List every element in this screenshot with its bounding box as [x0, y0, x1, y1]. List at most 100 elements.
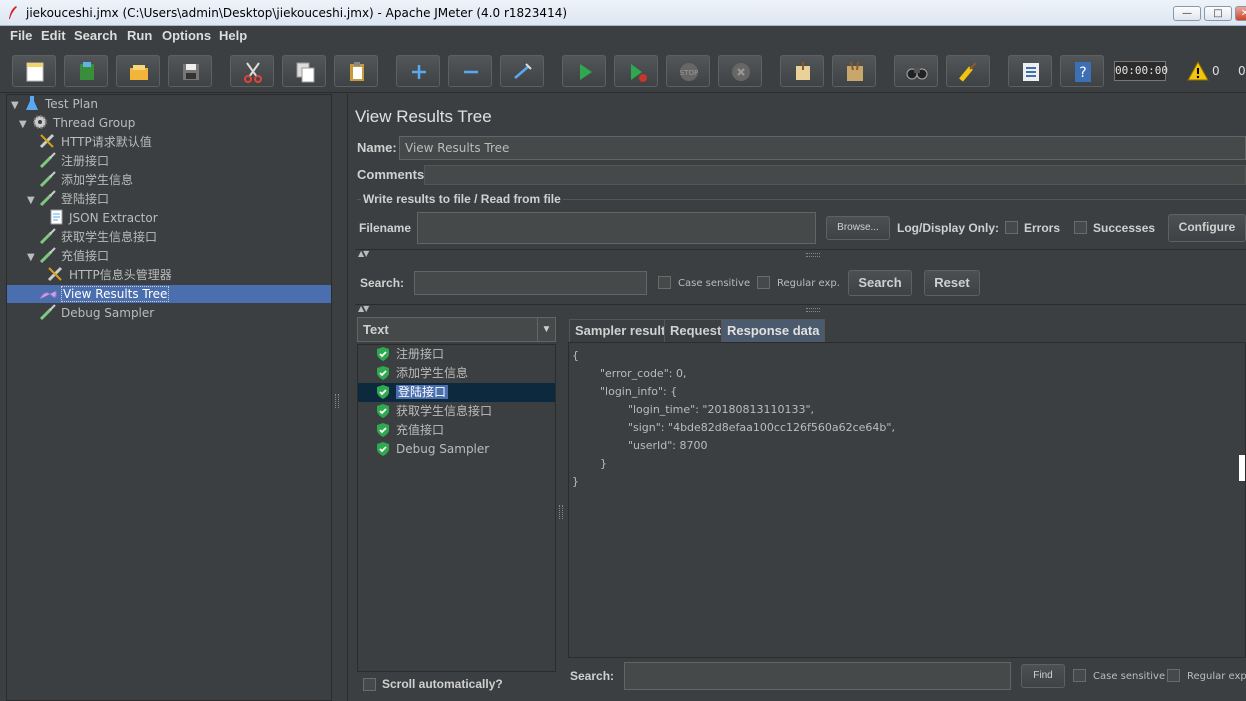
menu-edit[interactable]: Edit	[41, 28, 66, 43]
splitter-grip[interactable]	[335, 394, 339, 408]
templates-button[interactable]	[64, 55, 108, 87]
tab-sampler-result[interactable]: Sampler result	[569, 319, 672, 342]
renderer-select[interactable]: Text ▼	[357, 317, 556, 342]
search-button[interactable]	[894, 55, 938, 87]
search-button[interactable]: Search	[848, 270, 912, 296]
start-button[interactable]	[562, 55, 606, 87]
menu-search[interactable]: Search	[74, 28, 117, 43]
help-button[interactable]: ?	[1060, 55, 1104, 87]
browse-button[interactable]: Browse...	[826, 216, 890, 240]
error-count: 0	[1238, 64, 1246, 78]
result-item[interactable]: 充值接口	[358, 421, 555, 440]
sampler-pipette-icon	[39, 152, 56, 168]
tree-item-login[interactable]: ▼ 登陆接口	[27, 190, 109, 208]
start-no-pauses-button[interactable]	[614, 55, 658, 87]
divider-grip[interactable]	[806, 308, 820, 312]
bottom-case-sensitive-checkbox[interactable]	[1073, 669, 1086, 682]
collapse-all-button[interactable]	[448, 55, 492, 87]
result-label: 登陆接口	[396, 385, 449, 399]
copy-button[interactable]	[282, 55, 326, 87]
regular-exp-checkbox[interactable]	[757, 276, 770, 289]
new-button[interactable]	[12, 55, 56, 87]
response-line: "login_time": "20180813110133",	[572, 403, 815, 416]
collapse-arrows[interactable]: ▲▼	[358, 249, 369, 258]
response-line: }	[572, 457, 607, 470]
tab-request[interactable]: Request	[664, 319, 728, 342]
result-item-selected[interactable]: 登陆接口	[358, 383, 555, 402]
result-item[interactable]: 添加学生信息	[358, 364, 555, 383]
stop-button[interactable]: STOP	[666, 55, 710, 87]
sampler-pipette-icon	[39, 304, 56, 320]
successes-checkbox[interactable]	[1074, 221, 1087, 234]
tree-item-recharge[interactable]: ▼ 充值接口	[27, 247, 109, 265]
tree-label: 获取学生信息接口	[61, 230, 158, 244]
vertical-splitter-grip[interactable]	[559, 505, 563, 519]
minimize-button[interactable]: —	[1173, 6, 1201, 21]
maximize-button[interactable]: □	[1204, 6, 1232, 21]
bottom-regular-exp-checkbox[interactable]	[1167, 669, 1180, 682]
tree-item-http-defaults[interactable]: HTTP请求默认值	[39, 133, 152, 151]
toggle-button[interactable]	[500, 55, 544, 87]
tree-item-debug-sampler[interactable]: Debug Sampler	[39, 304, 154, 322]
success-shield-icon	[377, 366, 389, 380]
chevron-down-icon[interactable]: ▼	[537, 318, 555, 341]
new-file-icon	[26, 62, 44, 82]
comments-field[interactable]	[424, 165, 1246, 185]
tree-item-add-student[interactable]: 添加学生信息	[39, 171, 133, 189]
errors-checkbox[interactable]	[1005, 221, 1018, 234]
response-line: }	[572, 475, 579, 488]
filename-field[interactable]	[417, 212, 816, 244]
bottom-case-sensitive-label: Case sensitive	[1093, 671, 1166, 682]
tree-item-json-extractor[interactable]: JSON Extractor	[47, 209, 158, 227]
scroll-auto-checkbox[interactable]	[363, 678, 376, 691]
warning-icon[interactable]	[1187, 61, 1209, 81]
cut-button[interactable]	[230, 55, 274, 87]
tree-item-thread-group[interactable]: ▼ Thread Group	[19, 114, 135, 132]
open-button[interactable]	[116, 55, 160, 87]
tree-item-view-results-tree[interactable]: View Results Tree	[7, 285, 331, 303]
reset-search-broom-icon	[959, 62, 977, 82]
reset-search-button[interactable]	[946, 55, 990, 87]
save-button[interactable]	[168, 55, 212, 87]
response-line: "sign": "4bde82d8efaa100cc126f560a62ce64…	[572, 421, 895, 434]
result-item[interactable]: 获取学生信息接口	[358, 402, 555, 421]
case-sensitive-checkbox[interactable]	[658, 276, 671, 289]
expand-all-button[interactable]	[396, 55, 440, 87]
divider-grip[interactable]	[806, 253, 820, 257]
response-data-area[interactable]: { "error_code": 0, "login_info": { "logi…	[568, 342, 1246, 658]
result-label: 注册接口	[396, 347, 445, 361]
clear-button[interactable]	[780, 55, 824, 87]
reset-button[interactable]: Reset	[924, 270, 980, 296]
toggle-wand-icon	[514, 63, 532, 79]
tree-item-register[interactable]: 注册接口	[39, 152, 109, 170]
menu-bar: File Edit Search Run Options Help	[0, 26, 1246, 47]
sampler-pipette-icon	[39, 171, 56, 187]
collapse-arrows[interactable]: ▲▼	[358, 304, 369, 313]
result-item[interactable]: 注册接口	[358, 345, 555, 364]
tree-item-test-plan[interactable]: ▼ Test Plan	[11, 95, 98, 113]
clear-all-button[interactable]	[832, 55, 876, 87]
search-input[interactable]	[414, 271, 647, 295]
bottom-search-input[interactable]	[624, 662, 1011, 690]
close-button[interactable]: ✕	[1235, 6, 1246, 21]
tree-item-header-manager[interactable]: HTTP信息头管理器	[47, 266, 172, 284]
function-helper-button[interactable]	[1008, 55, 1052, 87]
result-item[interactable]: Debug Sampler	[358, 440, 555, 459]
tab-response-data[interactable]: Response data	[721, 319, 826, 342]
scrollbar-thumb[interactable]	[1239, 455, 1245, 481]
menu-help[interactable]: Help	[219, 28, 247, 43]
svg-text:?: ?	[1079, 65, 1086, 81]
paste-button[interactable]	[334, 55, 378, 87]
configure-button[interactable]: Configure	[1168, 214, 1246, 242]
regular-exp-label: Regular exp.	[777, 278, 840, 289]
tree-item-get-student[interactable]: 获取学生信息接口	[39, 228, 157, 246]
menu-run[interactable]: Run	[127, 28, 152, 43]
menu-options[interactable]: Options	[162, 28, 211, 43]
find-button[interactable]: Find	[1021, 664, 1065, 688]
menu-file[interactable]: File	[10, 28, 32, 43]
main-splitter[interactable]	[333, 94, 341, 701]
name-field[interactable]: View Results Tree	[399, 136, 1246, 160]
flask-icon	[26, 96, 38, 110]
shutdown-button[interactable]	[718, 55, 762, 87]
bottom-regular-exp-label: Regular exp.	[1187, 671, 1246, 682]
